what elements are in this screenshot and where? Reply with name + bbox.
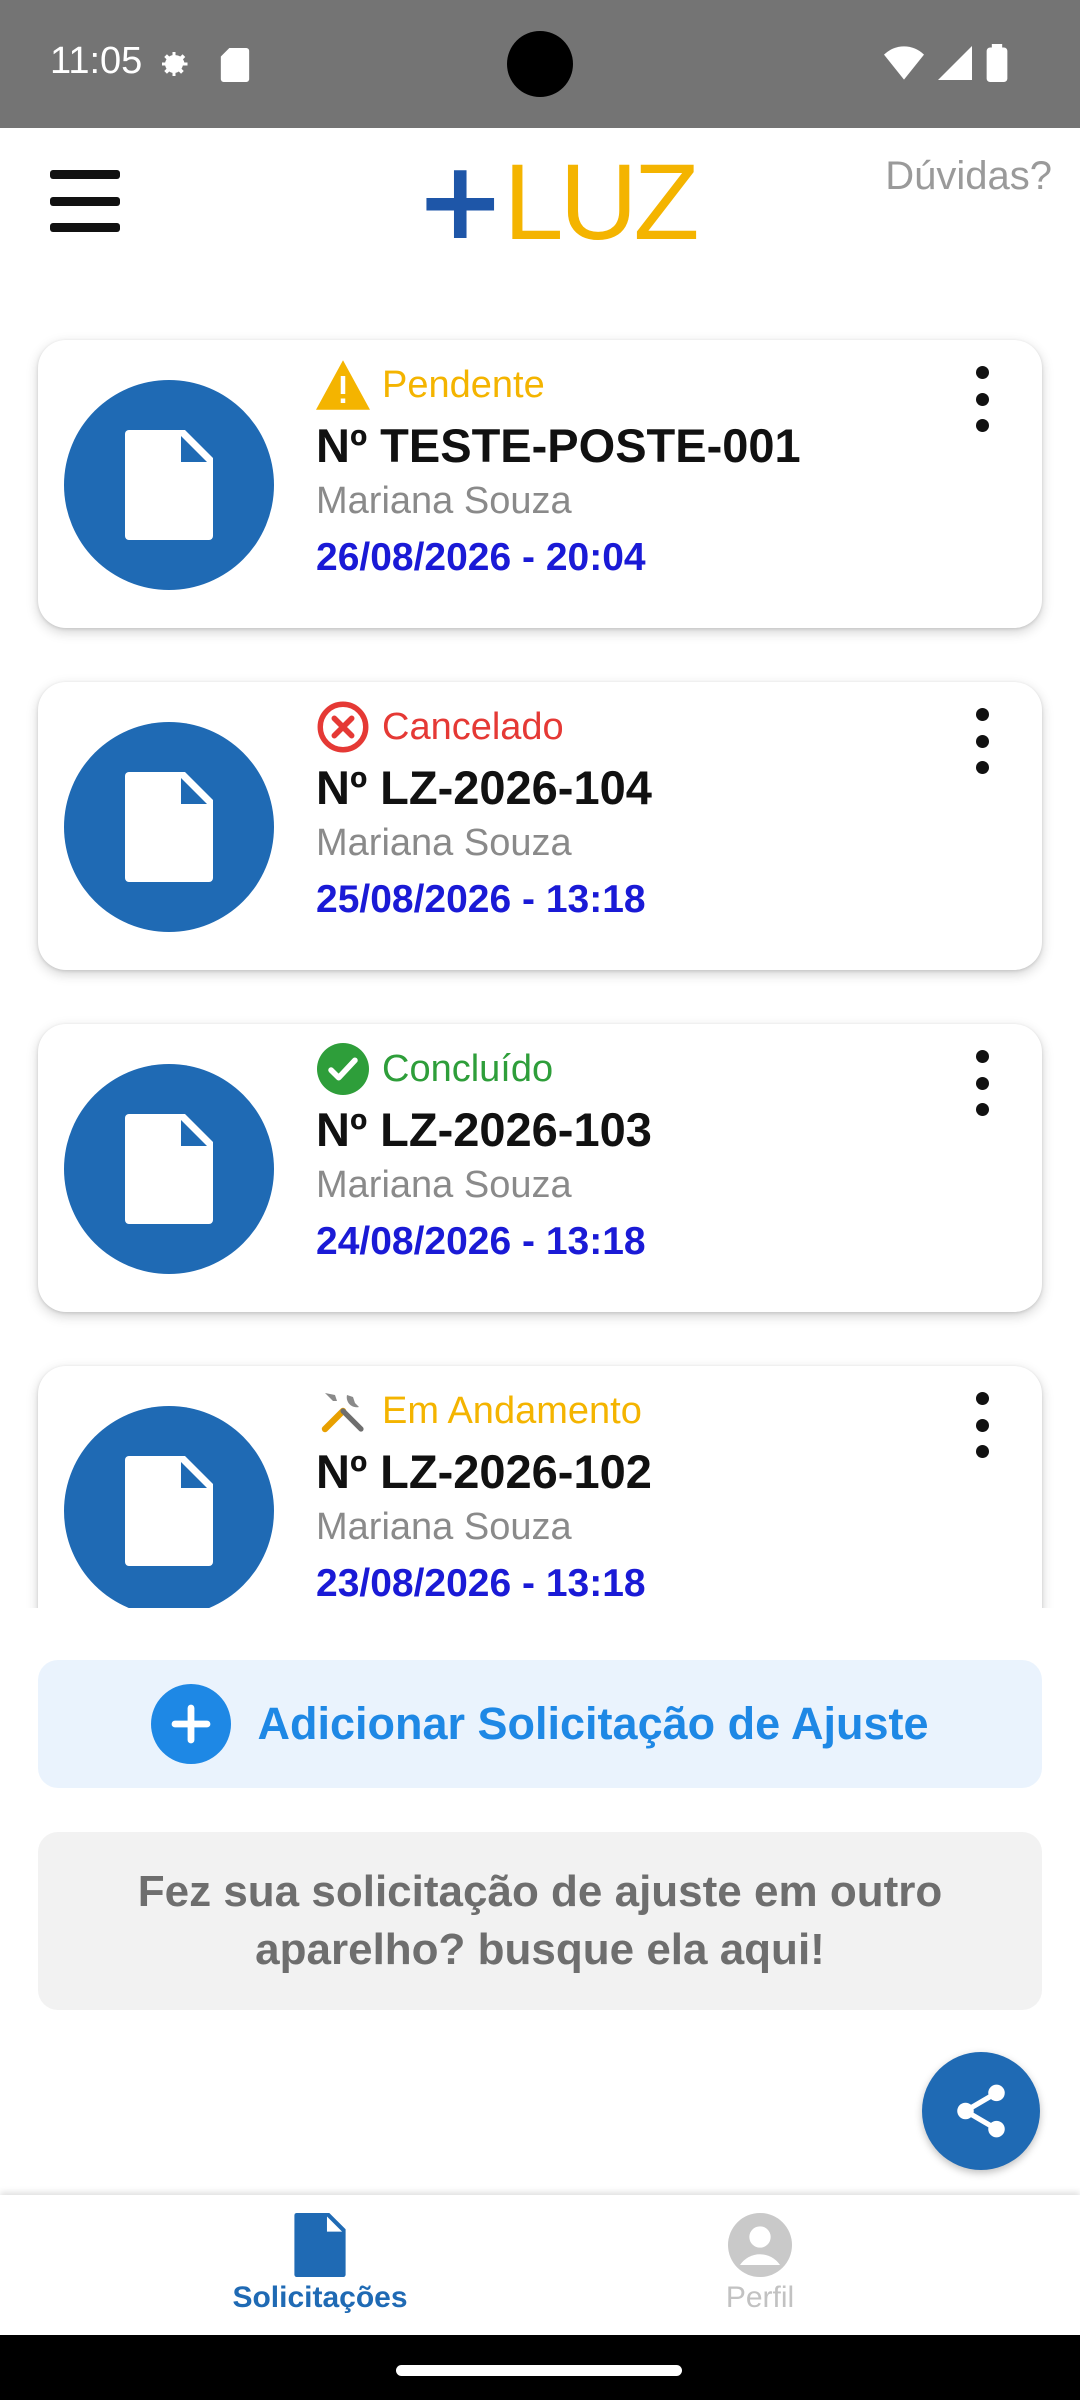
request-date: 26/08/2026 - 20:04	[316, 536, 646, 579]
hamburger-icon-line	[50, 196, 120, 206]
app-logo: + LUZ	[415, 139, 700, 264]
battery-icon	[986, 44, 1008, 87]
document-avatar	[64, 1064, 274, 1274]
tools-icon	[316, 1384, 370, 1438]
add-circle-icon	[151, 1684, 232, 1764]
request-number: Nº LZ-2026-104	[316, 761, 652, 814]
status-label: Em Andamento	[316, 1384, 642, 1438]
cancel-circle-icon	[316, 700, 370, 754]
status-bar: 11:05	[0, 0, 1080, 128]
status-text: Concluído	[382, 1047, 554, 1090]
requester-name: Mariana Souza	[316, 822, 572, 864]
hamburger-icon-line	[50, 170, 120, 179]
document-icon	[125, 430, 213, 540]
document-icon	[125, 1114, 213, 1224]
status-text: Em Andamento	[382, 1389, 642, 1432]
nav-item-profile[interactable]: Perfil	[640, 2213, 880, 2315]
requester-name: Mariana Souza	[316, 480, 572, 522]
home-gesture-handle[interactable]	[396, 2365, 682, 2376]
share-icon	[957, 2084, 1005, 2138]
status-time: 11:05	[50, 40, 143, 82]
request-date: 23/08/2026 - 13:18	[316, 1562, 646, 1605]
request-list[interactable]: Pendente Nº TESTE-POSTE-001 Mariana Souz…	[0, 278, 1080, 1608]
document-avatar	[64, 1406, 274, 1608]
document-icon	[294, 2213, 346, 2277]
warning-icon	[316, 358, 370, 412]
status-label: Pendente	[316, 358, 545, 412]
signal-icon	[938, 46, 972, 85]
request-number: Nº LZ-2026-103	[316, 1103, 652, 1156]
camera-cutout	[507, 31, 573, 97]
add-adjustment-request-button[interactable]: Adicionar Solicitação de Ajuste	[38, 1660, 1042, 1788]
request-card[interactable]: Concluído Nº LZ-2026-103 Mariana Souza 2…	[38, 1024, 1042, 1312]
nav-label: Perfil	[725, 2281, 795, 2314]
document-icon	[125, 1456, 213, 1566]
requester-name: Mariana Souza	[316, 1164, 572, 1206]
help-link[interactable]: Dúvidas?	[885, 154, 1052, 199]
find-request-other-device-button[interactable]: Fez sua solicitação de ajuste em outro a…	[38, 1832, 1042, 2010]
request-number: Nº TESTE-POSTE-001	[316, 419, 801, 472]
system-gesture-bar	[0, 2335, 1080, 2400]
sd-card-icon	[220, 48, 250, 87]
bottom-navigation: Solicitações Perfil	[0, 2195, 1080, 2335]
request-card[interactable]: Em Andamento Nº LZ-2026-102 Mariana Souz…	[38, 1366, 1042, 1608]
app-header: + LUZ Dúvidas?	[0, 128, 1080, 278]
document-avatar	[64, 722, 274, 932]
document-avatar	[64, 380, 274, 590]
status-label: Cancelado	[316, 700, 564, 754]
more-options-button[interactable]	[962, 1392, 1002, 1458]
wifi-icon	[884, 46, 924, 85]
request-number: Nº LZ-2026-102	[316, 1445, 652, 1498]
logo-text: LUZ	[503, 141, 700, 262]
request-date: 24/08/2026 - 13:18	[316, 1220, 646, 1263]
menu-button[interactable]	[50, 170, 120, 232]
request-card[interactable]: Cancelado Nº LZ-2026-104 Mariana Souza 2…	[38, 682, 1042, 970]
status-icons	[884, 44, 1008, 87]
status-label: Concluído	[316, 1042, 553, 1096]
person-icon	[728, 2213, 792, 2277]
status-text: Pendente	[382, 363, 545, 406]
nav-label: Solicitações	[232, 2281, 408, 2314]
check-circle-icon	[316, 1042, 370, 1096]
requester-name: Mariana Souza	[316, 1506, 572, 1548]
settings-gear-icon	[156, 46, 192, 87]
more-options-button[interactable]	[962, 366, 1002, 432]
logo-plus: +	[415, 139, 505, 264]
request-card[interactable]: Pendente Nº TESTE-POSTE-001 Mariana Souz…	[38, 340, 1042, 628]
more-options-button[interactable]	[962, 1050, 1002, 1116]
nav-item-requests[interactable]: Solicitações	[200, 2213, 440, 2315]
share-button[interactable]	[922, 2052, 1040, 2170]
add-button-label: Adicionar Solicitação de Ajuste	[257, 1698, 929, 1749]
status-text: Cancelado	[382, 705, 564, 748]
document-icon	[125, 772, 213, 882]
find-request-text: Fez sua solicitação de ajuste em outro a…	[137, 1867, 943, 1974]
hamburger-icon-line	[50, 223, 120, 232]
more-options-button[interactable]	[962, 708, 1002, 774]
request-date: 25/08/2026 - 13:18	[316, 878, 646, 921]
